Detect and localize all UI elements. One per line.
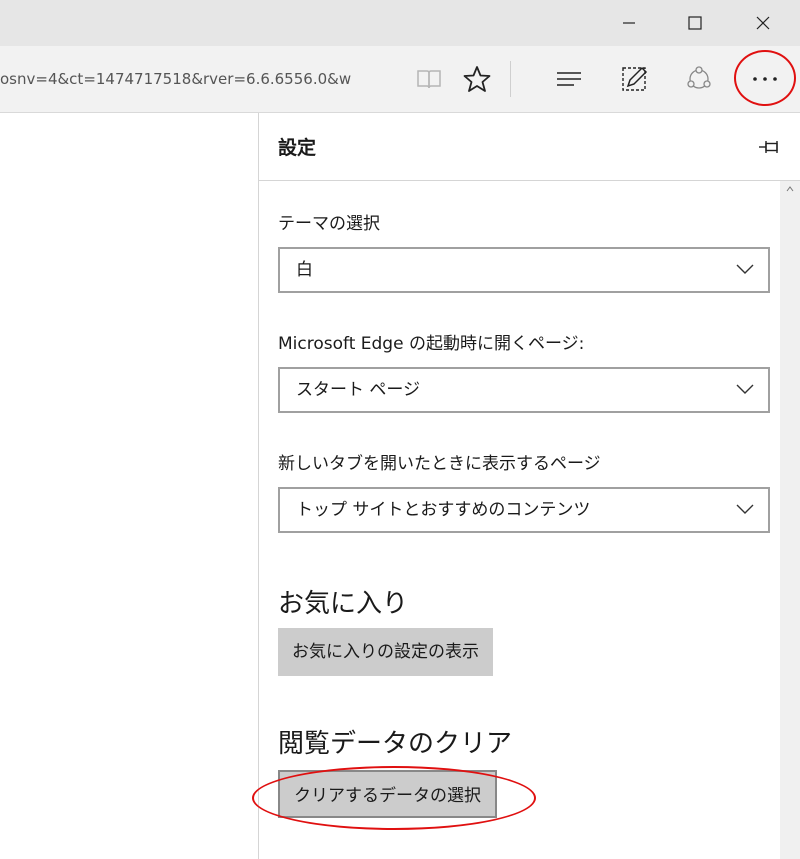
more-icon <box>753 77 777 81</box>
favorites-heading: お気に入り <box>278 589 409 619</box>
settings-panel: 設定 テーマの選択 白 Microsoft Edge の起動時に開くページ: ス… <box>258 113 800 859</box>
share-icon <box>687 66 711 89</box>
maximize-icon <box>688 16 702 30</box>
scroll-up-icon[interactable] <box>786 185 794 193</box>
startup-label: Microsoft Edge の起動時に開くページ: <box>278 334 585 354</box>
close-button[interactable] <box>740 0 786 46</box>
pin-button[interactable] <box>758 137 782 157</box>
close-icon <box>756 16 770 30</box>
maximize-button[interactable] <box>672 0 718 46</box>
share-button[interactable] <box>674 46 724 112</box>
startup-select-value: スタート ページ <box>296 380 421 400</box>
clear-data-heading: 閲覧データのクリア <box>278 729 513 759</box>
hub-icon <box>557 72 581 86</box>
reading-view-button[interactable] <box>404 46 454 112</box>
new-tab-select-value: トップ サイトとおすすめのコンテンツ <box>296 500 591 520</box>
favorites-settings-button[interactable]: お気に入りの設定の表示 <box>278 628 493 676</box>
toolbar-separator <box>510 61 511 97</box>
chevron-down-icon <box>736 264 754 274</box>
pin-icon <box>759 141 778 153</box>
web-note-button[interactable] <box>610 46 660 112</box>
browser-toolbar: osnv=4&ct=1474717518&rver=6.6.6556.0&w <box>0 46 800 113</box>
favorite-star-icon <box>463 66 491 92</box>
web-note-icon <box>622 66 648 91</box>
startup-select[interactable]: スタート ページ <box>278 367 770 413</box>
new-tab-select[interactable]: トップ サイトとおすすめのコンテンツ <box>278 487 770 533</box>
panel-scrollbar[interactable] <box>780 181 800 859</box>
chevron-down-icon <box>736 504 754 514</box>
settings-header: 設定 <box>259 113 800 181</box>
settings-title: 設定 <box>278 137 317 159</box>
theme-label: テーマの選択 <box>278 214 380 234</box>
reading-view-icon <box>417 70 441 89</box>
favorite-button[interactable] <box>452 46 502 112</box>
title-bar <box>0 0 800 46</box>
theme-select[interactable]: 白 <box>278 247 770 293</box>
more-button[interactable] <box>740 46 790 112</box>
minimize-button[interactable] <box>606 0 652 46</box>
address-bar[interactable]: osnv=4&ct=1474717518&rver=6.6.6556.0&w <box>0 46 392 112</box>
theme-select-value: 白 <box>296 260 313 280</box>
choose-what-to-clear-button[interactable]: クリアするデータの選択 <box>278 770 497 818</box>
hub-button[interactable] <box>544 46 594 112</box>
minimize-icon <box>623 22 635 24</box>
web-page-content <box>0 113 258 859</box>
chevron-down-icon <box>736 384 754 394</box>
new-tab-label: 新しいタブを開いたときに表示するページ <box>278 454 601 474</box>
